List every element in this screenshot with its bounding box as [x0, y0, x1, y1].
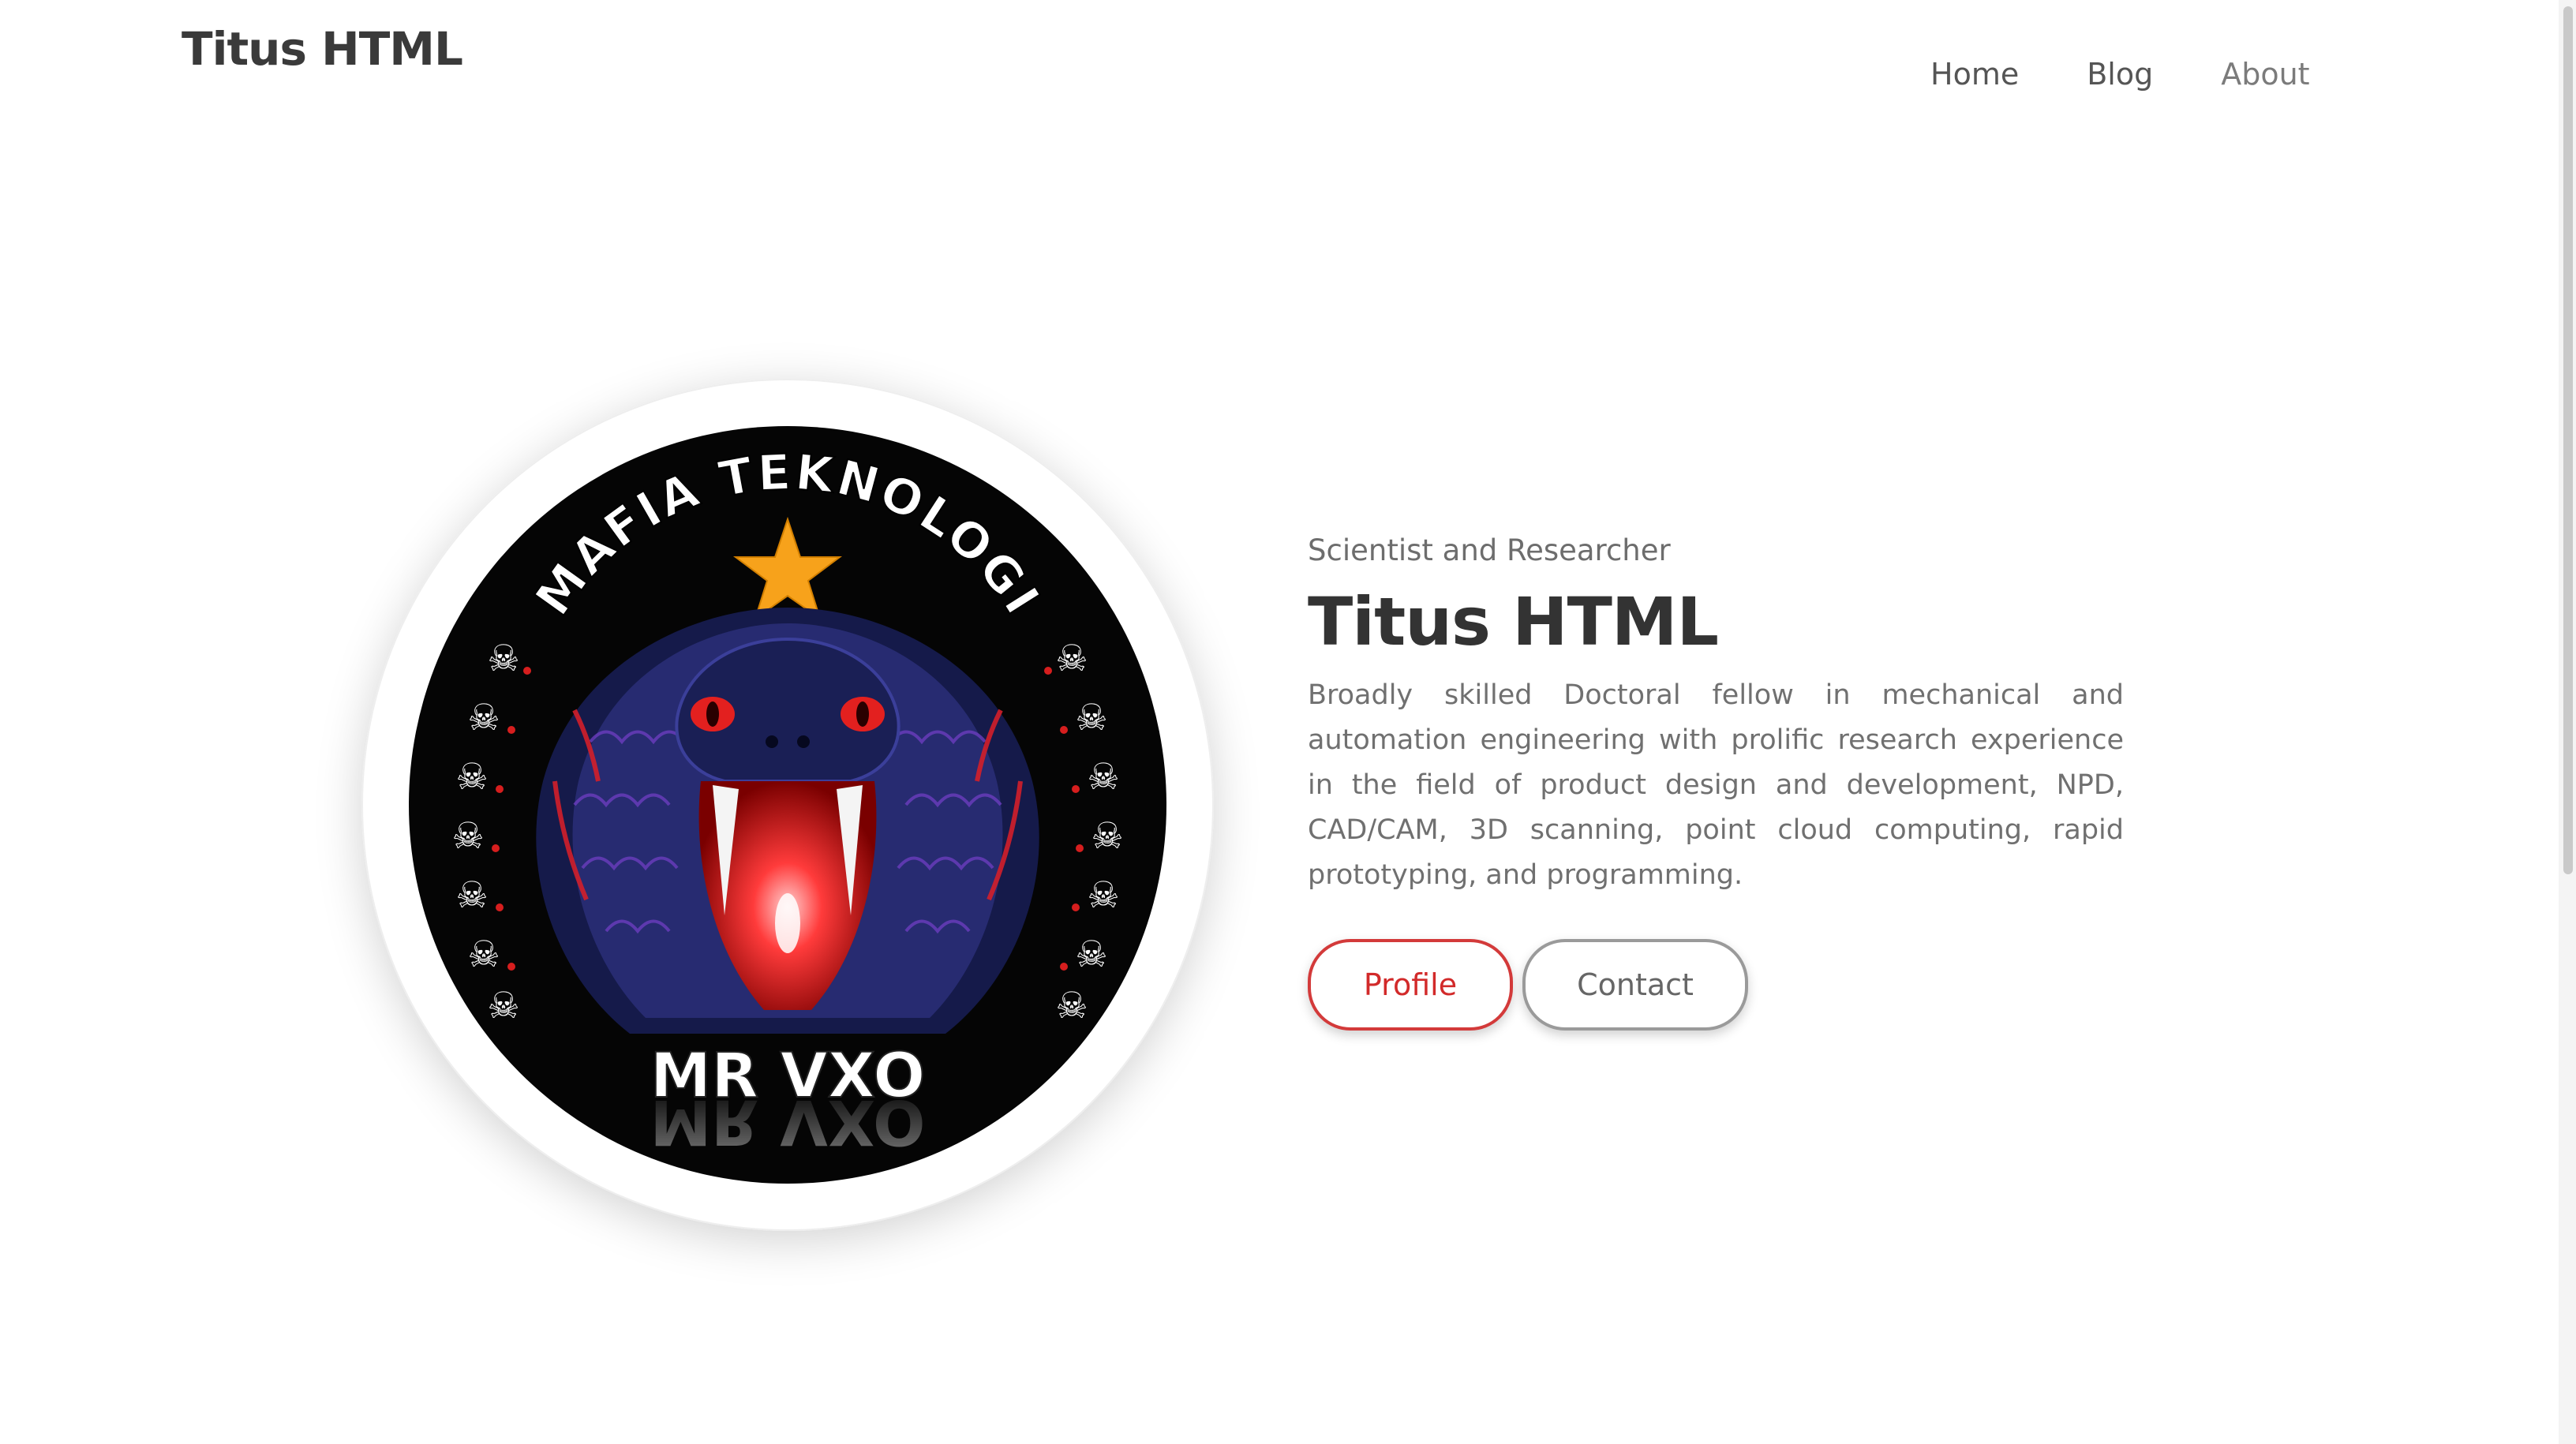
profile-avatar: MAFIA TEKNOLOGI ☠ ☠ ☠ ☠ ☠ ☠ ☠ ☠ ☠ ☠ ☠ ☠ … [361, 379, 1214, 1231]
svg-text:☠: ☠ [467, 696, 500, 739]
hero-subtitle: Scientist and Researcher [1308, 533, 1671, 567]
scrollbar-thumb[interactable] [2563, 6, 2573, 874]
cobra-emblem-image: MAFIA TEKNOLOGI ☠ ☠ ☠ ☠ ☠ ☠ ☠ ☠ ☠ ☠ ☠ ☠ … [393, 410, 1182, 1199]
svg-text:☠: ☠ [1055, 637, 1088, 679]
contact-button[interactable]: Contact [1522, 939, 1748, 1031]
svg-text:☠: ☠ [1055, 984, 1088, 1027]
svg-text:☠: ☠ [1075, 933, 1107, 975]
svg-text:☠: ☠ [455, 874, 488, 916]
emblem-bottom-text-reflection: MR VXO [650, 1086, 926, 1157]
svg-text:☠: ☠ [487, 637, 519, 679]
scrollbar-track[interactable] [2559, 0, 2576, 1444]
svg-text:☠: ☠ [1091, 814, 1123, 857]
svg-text:☠: ☠ [451, 814, 484, 857]
svg-text:☠: ☠ [1087, 755, 1119, 798]
main-nav: Home Blog About [1930, 57, 2310, 92]
nav-home-link[interactable]: Home [1930, 57, 2019, 92]
svg-text:☠: ☠ [467, 933, 500, 975]
hero-title: Titus HTML [1308, 583, 1719, 660]
hero-actions: Profile Contact [1308, 939, 2124, 1031]
nav-blog-link[interactable]: Blog [2087, 57, 2153, 92]
svg-text:☠: ☠ [487, 984, 519, 1027]
hero-description: Broadly skilled Doctoral fellow in mecha… [1308, 679, 2124, 891]
hero-intro: Scientist and Researcher Titus HTML Broa… [1308, 533, 2124, 1031]
svg-text:☠: ☠ [455, 755, 488, 798]
profile-button[interactable]: Profile [1308, 939, 1513, 1031]
page: Titus HTML Home Blog About MAFIA TEKNOLO… [0, 0, 2576, 1444]
svg-text:☠: ☠ [1087, 874, 1119, 916]
nav-about-link[interactable]: About [2221, 57, 2309, 92]
brand-logo-text[interactable]: Titus HTML [182, 22, 463, 76]
svg-text:☠: ☠ [1075, 696, 1107, 739]
